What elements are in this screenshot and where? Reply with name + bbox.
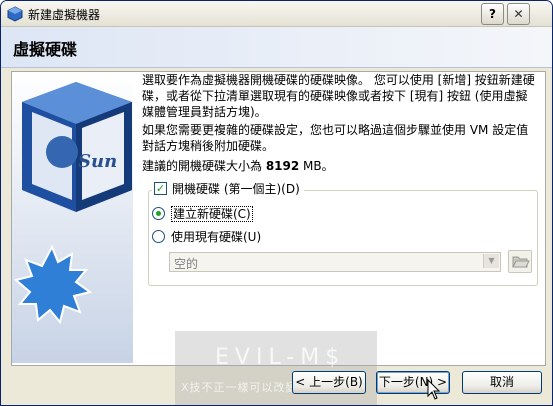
boot-disk-label: 開機硬碟 (第一個主)(D) <box>172 182 300 196</box>
existing-disk-select[interactable]: 空的 ▼ <box>169 252 501 272</box>
recommended-size-text: 建議的開機硬碟大小為 8192 MB。 <box>142 158 538 174</box>
folder-open-icon <box>512 256 530 268</box>
use-existing-disk-label: 使用現有硬碟(U) <box>171 230 262 244</box>
intro-paragraph-1: 選取要作為虛擬機器開機硬碟的硬碟映像。 您可以使用 [新增] 按鈕新建硬碟，或者… <box>142 73 535 119</box>
starburst-graphic <box>13 244 93 325</box>
window-title: 新建虛擬機器 <box>28 8 101 22</box>
chevron-down-icon[interactable]: ▼ <box>483 254 499 268</box>
intro-paragraph-2: 如果您需要更複雜的硬碟設定，您也可以略過這個步驟並使用 VM 設定值對話方塊稍後… <box>142 123 529 153</box>
page-title: 虛擬硬碟 <box>13 40 78 59</box>
recommend-unit: MB。 <box>299 159 334 173</box>
page-header: 虛擬硬碟 <box>1 27 552 68</box>
wizard-side-image: Sun <box>12 72 133 363</box>
wizard-window: 新建虛擬機器 ? ✕ 虛擬硬碟 Sun 選取要作為虛擬機器開機硬碟的硬碟映像。 … <box>0 0 553 406</box>
boot-disk-checkbox[interactable]: ✓ 開機硬碟 (第一個主)(D) <box>152 180 304 197</box>
title-bar[interactable]: 新建虛擬機器 ? ✕ <box>1 1 552 27</box>
back-button[interactable]: < 上一步(B) <box>292 371 366 394</box>
close-button[interactable]: ✕ <box>507 3 530 25</box>
cancel-button[interactable]: 取消 <box>462 371 542 394</box>
radio-unselected-icon[interactable] <box>152 230 165 243</box>
svg-text:Sun: Sun <box>78 151 117 172</box>
radio-selected-icon[interactable] <box>152 207 165 220</box>
help-icon: ? <box>489 7 496 21</box>
recommend-size: 8192 <box>265 159 300 173</box>
use-existing-disk-radio[interactable]: 使用現有硬碟(U) <box>152 228 261 245</box>
create-new-disk-label: 建立新硬碟(C) <box>171 206 253 222</box>
open-existing-disk-button[interactable] <box>508 250 532 273</box>
recommend-prefix: 建議的開機硬碟大小為 <box>142 159 266 173</box>
close-icon: ✕ <box>513 7 524 21</box>
content-panel: Sun 選取要作為虛擬機器開機硬碟的硬碟映像。 您可以使用 [新增] 按鈕新建硬… <box>11 71 546 366</box>
existing-disk-value: 空的 <box>174 257 199 271</box>
virtualbox-logo-icon <box>7 6 23 22</box>
mouse-cursor-icon <box>427 378 441 404</box>
watermark-text: EVIL-M$ <box>215 345 346 370</box>
create-new-disk-radio[interactable]: 建立新硬碟(C) <box>152 205 253 222</box>
help-button[interactable]: ? <box>481 3 504 25</box>
checkbox-icon[interactable]: ✓ <box>154 182 167 195</box>
